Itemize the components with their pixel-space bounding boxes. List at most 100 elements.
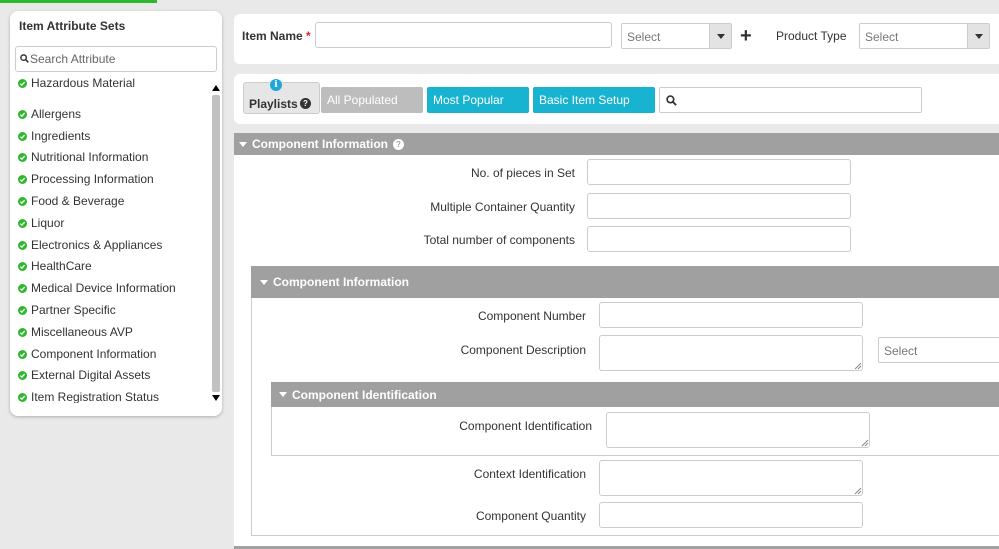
playlists-bar: Playlists ? i All Populated Most Popular… — [234, 74, 999, 124]
attribute-item-hazardous-material[interactable]: Hazardous Material — [18, 73, 135, 93]
attribute-item-miscellaneous-avp[interactable]: Miscellaneous AVP — [18, 322, 133, 342]
component-identification-header[interactable]: Component Identification — [271, 382, 999, 407]
attribute-search-box[interactable] — [15, 46, 217, 72]
attribute-item-external-digital-assets[interactable]: External Digital Assets — [18, 365, 150, 385]
required-asterisk: * — [306, 29, 311, 43]
attribute-item-medical-device-information[interactable]: Medical Device Information — [18, 278, 176, 298]
multiple-container-quantity-label: Multiple Container Quantity — [430, 200, 575, 214]
context-identification-label: Context Identification — [473, 467, 586, 481]
scroll-up-arrow-icon[interactable] — [212, 85, 220, 91]
check-circle-icon — [18, 218, 27, 228]
playlists-label: Playlists — [249, 97, 298, 111]
caret-down-icon[interactable] — [260, 279, 268, 285]
check-circle-icon — [18, 196, 27, 206]
item-name-select[interactable]: Select — [621, 23, 732, 49]
item-name-label: Item Name * — [242, 29, 311, 43]
check-circle-icon — [18, 131, 27, 141]
attribute-list: Hazardous Material Allergens Ingredients… — [10, 73, 210, 403]
attribute-item-item-registration-status[interactable]: Item Registration Status — [18, 387, 159, 403]
attribute-item-label: Item Registration Status — [31, 390, 160, 403]
attribute-item-component-information[interactable]: Component Information — [18, 344, 156, 364]
context-identification-field[interactable] — [599, 460, 863, 496]
attribute-list-scrollbar[interactable] — [211, 81, 221, 406]
attribute-item-label: Medical Device Information — [31, 281, 176, 295]
component-number-label: Component Number — [477, 309, 586, 323]
total-components-input[interactable] — [587, 226, 851, 252]
search-icon — [666, 95, 677, 106]
check-circle-icon — [18, 327, 27, 337]
resize-grip-icon[interactable] — [861, 439, 869, 447]
attribute-item-partner-specific[interactable]: Partner Specific — [18, 300, 116, 320]
resize-grip-icon[interactable] — [854, 487, 862, 495]
attribute-search-input[interactable] — [30, 50, 214, 68]
product-type-select-value: Select — [865, 30, 899, 44]
item-name-select-value: Select — [627, 30, 661, 44]
component-description-select[interactable]: Select — [878, 337, 999, 363]
component-identification-textarea[interactable] — [606, 412, 870, 448]
section-title: Component Information — [252, 137, 388, 151]
component-identification-title: Component Identification — [292, 387, 437, 402]
attribute-item-liquor[interactable]: Liquor — [18, 213, 64, 233]
attribute-sets-title: Item Attribute Sets — [19, 19, 126, 33]
component-information-section-header[interactable]: Component Information ? — [234, 133, 999, 155]
component-description-field[interactable] — [599, 335, 863, 371]
top-accent-bar — [0, 0, 157, 3]
caret-down-icon[interactable] — [239, 141, 247, 147]
context-identification-textarea[interactable] — [599, 460, 863, 496]
item-name-input[interactable] — [315, 22, 612, 48]
scrollbar-thumb[interactable] — [212, 95, 220, 392]
attribute-item-label: Partner Specific — [31, 303, 116, 317]
resize-grip-icon[interactable] — [854, 362, 862, 370]
info-icon[interactable]: i — [270, 79, 282, 91]
help-icon[interactable]: ? — [392, 138, 404, 150]
attribute-item-label: Hazardous Material — [31, 76, 136, 90]
check-circle-icon — [18, 349, 27, 359]
component-information-subsection-header[interactable]: Component Information — [251, 266, 999, 298]
scroll-down-arrow-icon[interactable] — [212, 395, 220, 401]
component-identification-field[interactable] — [606, 412, 870, 448]
item-name-label-text: Item Name — [242, 29, 303, 43]
help-icon[interactable]: ? — [300, 98, 311, 109]
attribute-item-label: Nutritional Information — [31, 150, 149, 164]
all-populated-button[interactable]: All Populated — [321, 87, 423, 113]
dropdown-arrow-icon[interactable] — [709, 24, 731, 48]
attribute-item-label: Liquor — [31, 216, 65, 230]
attribute-item-label: Electronics & Appliances — [31, 238, 163, 252]
attribute-item-label: Ingredients — [31, 129, 91, 143]
attribute-item-label: Allergens — [31, 107, 82, 121]
dropdown-arrow-icon[interactable] — [967, 24, 989, 48]
caret-down-icon[interactable] — [279, 392, 287, 397]
attribute-item-label: Component Information — [31, 347, 157, 361]
attribute-item-food-beverage[interactable]: Food & Beverage — [18, 191, 124, 211]
attribute-item-label: External Digital Assets — [31, 368, 151, 382]
component-description-textarea[interactable] — [599, 335, 863, 371]
most-popular-button[interactable]: Most Popular — [427, 87, 529, 113]
attribute-item-healthcare[interactable]: HealthCare — [18, 256, 92, 276]
attribute-item-electronics-appliances[interactable]: Electronics & Appliances — [18, 235, 162, 255]
search-icon — [20, 54, 29, 63]
attribute-item-nutritional-information[interactable]: Nutritional Information — [18, 147, 148, 167]
component-identification-panel: Component Identification Component Ident… — [271, 382, 999, 456]
item-header-bar: Item Name * Select + Product Type Select — [234, 14, 999, 64]
basic-item-setup-button[interactable]: Basic Item Setup — [533, 87, 655, 113]
attribute-item-label: Processing Information — [31, 172, 154, 186]
attribute-item-processing-information[interactable]: Processing Information — [18, 169, 154, 189]
component-information-subpanel: Component Information Component Number C… — [251, 266, 999, 536]
playlist-search-input[interactable] — [682, 92, 917, 110]
pieces-in-set-input[interactable] — [587, 159, 851, 185]
product-type-label: Product Type — [776, 29, 847, 43]
multiple-container-quantity-input[interactable] — [587, 193, 851, 219]
check-circle-icon — [18, 109, 27, 119]
attribute-item-label: Food & Beverage — [31, 194, 125, 208]
total-components-label: Total number of components — [423, 233, 575, 247]
component-quantity-input[interactable] — [599, 502, 863, 528]
component-number-input[interactable] — [599, 302, 863, 328]
attribute-item-ingredients[interactable]: Ingredients — [18, 126, 90, 146]
attribute-item-allergens[interactable]: Allergens — [18, 104, 81, 124]
product-type-select[interactable]: Select — [859, 23, 990, 49]
check-circle-icon — [18, 78, 27, 88]
check-circle-icon — [18, 283, 27, 293]
check-circle-icon — [18, 152, 27, 162]
plus-icon[interactable]: + — [740, 26, 752, 46]
playlist-search-box[interactable] — [659, 87, 922, 113]
